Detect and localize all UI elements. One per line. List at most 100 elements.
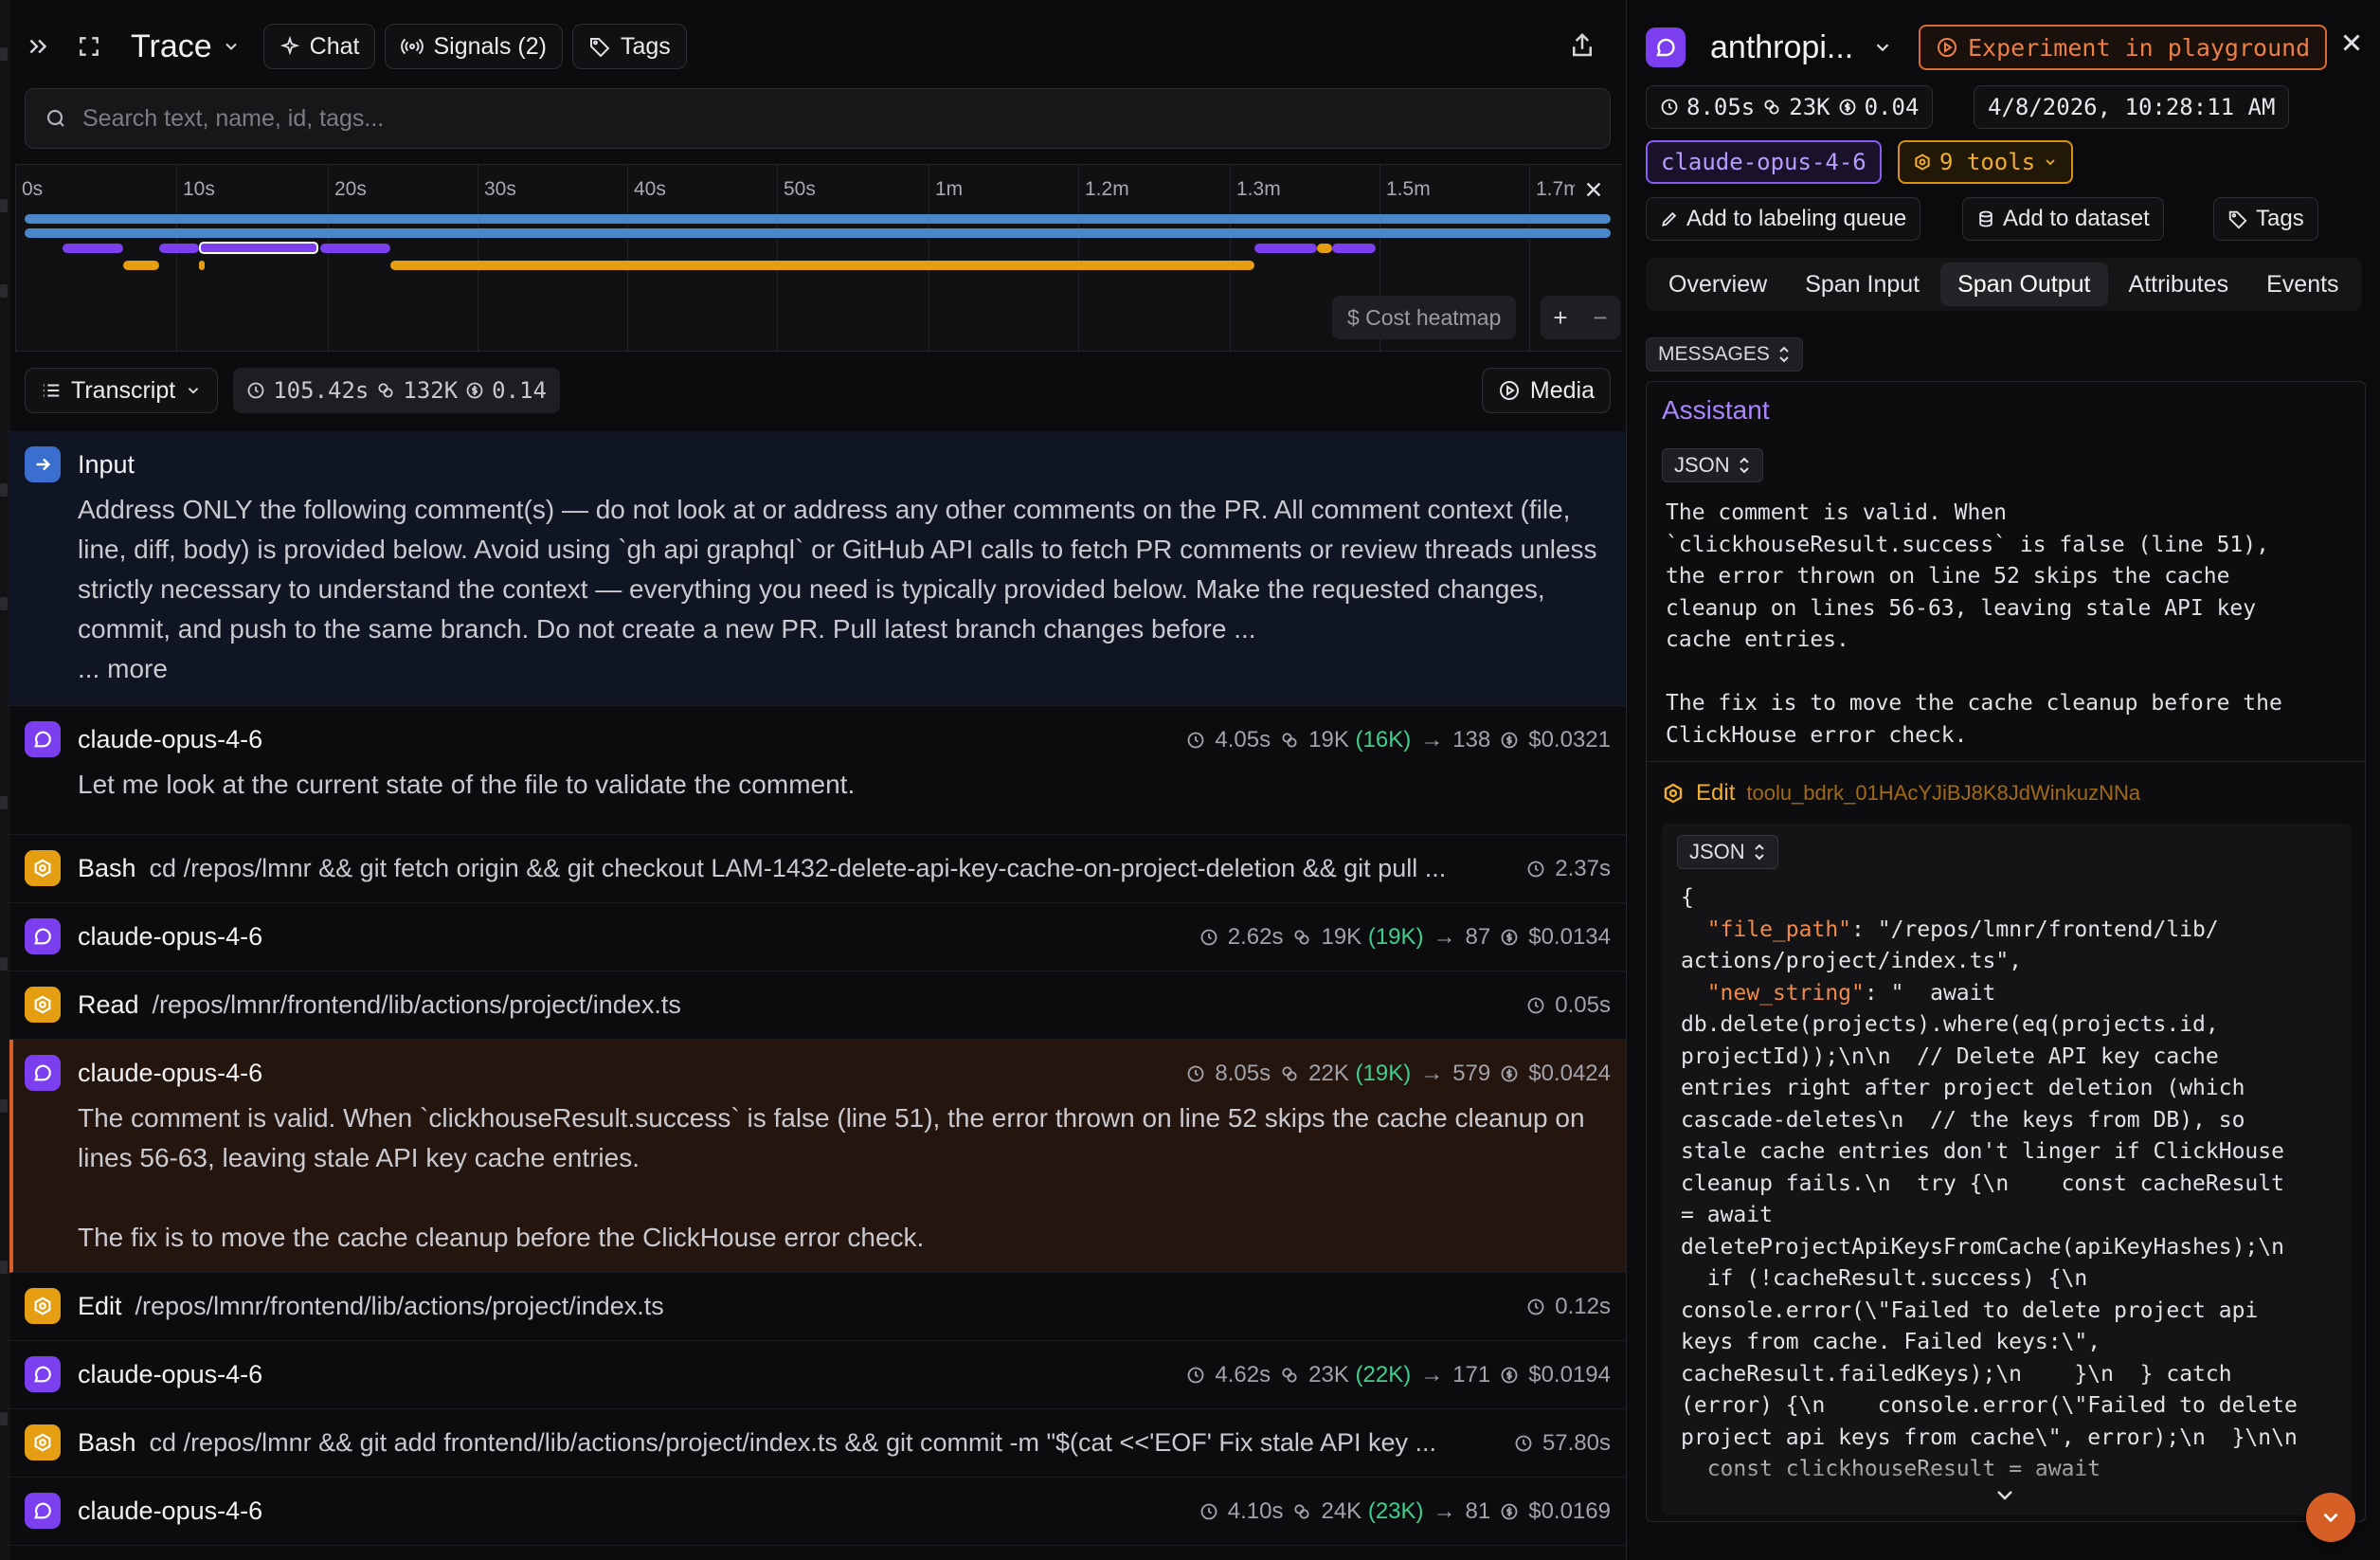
media-button[interactable]: Media xyxy=(1481,368,1611,413)
tools-dropdown[interactable]: 9 tools xyxy=(1898,140,2074,184)
item-name: claude-opus-4-6 xyxy=(78,1497,263,1525)
coins-icon xyxy=(378,383,393,398)
timeline-span-llm[interactable] xyxy=(63,244,123,253)
list-item-tool[interactable]: Edit/repos/lmnr/frontend/lib/actions/pro… xyxy=(9,1273,1626,1341)
messages-format-select[interactable]: MESSAGES xyxy=(1646,337,1803,372)
list-item-tool[interactable]: Bash cd /repos/lmnr && git fetch origin &… xyxy=(9,835,1626,903)
tab-attributes[interactable]: Attributes xyxy=(2112,263,2246,306)
span-stats: 8.05s 23K 0.04 xyxy=(1646,85,1934,129)
list-item-llm[interactable]: claude-opus-4-6 2.62s 19K (19K) → 87 $0.0… xyxy=(9,903,1626,971)
sparkle-icon xyxy=(279,36,299,56)
zoom-in-button[interactable]: + xyxy=(1553,303,1567,333)
clock-icon xyxy=(1527,861,1544,878)
tags-button[interactable]: Tags xyxy=(2213,197,2318,241)
item-name: Read xyxy=(78,990,139,1019)
timeline-span-tool[interactable] xyxy=(1317,244,1332,253)
timeline-span-agent[interactable] xyxy=(25,228,1611,238)
timeline-tick: 10s xyxy=(183,178,215,200)
timeline-span-tool[interactable] xyxy=(199,261,205,270)
item-name: claude-opus-4-6 xyxy=(78,1360,263,1388)
tool-args: /repos/lmnr/frontend/lib/actions/project… xyxy=(152,990,681,1019)
item-meta: 0.12s xyxy=(1526,1294,1611,1320)
tool-hexagon-icon xyxy=(25,850,61,886)
timeline-close-icon[interactable] xyxy=(1575,171,1613,209)
view-mode-dropdown[interactable]: Transcript xyxy=(25,368,219,413)
list-item-llm[interactable]: claude-opus-4-6 4.10s 24K (23K) → 81 $0.0… xyxy=(9,1478,1626,1546)
list-item-tool[interactable]: Read/repos/lmnr/frontend/lib/actions/pro… xyxy=(9,971,1626,1040)
zoom-out-button[interactable]: − xyxy=(1593,303,1607,333)
experiment-playground-button[interactable]: Experiment in playground xyxy=(1919,25,2328,70)
timeline-span-llm-selected[interactable] xyxy=(199,242,318,254)
json-format-select[interactable]: JSON xyxy=(1677,835,1778,869)
timeline-span-llm[interactable] xyxy=(1254,244,1317,253)
item-meta: 8.05s 22K (19K) → 579 $0.0424 xyxy=(1186,1061,1611,1087)
search-bar[interactable] xyxy=(25,88,1611,149)
scroll-down-button[interactable] xyxy=(2306,1493,2355,1542)
clock-icon xyxy=(1515,1435,1532,1452)
chevron-updown-icon xyxy=(1739,457,1749,474)
timeline-tick: 20s xyxy=(334,178,367,200)
timeline-tick: 30s xyxy=(484,178,516,200)
chevron-down-icon[interactable] xyxy=(1872,37,1893,58)
tool-call-name: Edit xyxy=(1696,780,1736,806)
tab-span-output[interactable]: Span Output xyxy=(1940,263,2108,306)
chat-button[interactable]: Chat xyxy=(262,24,376,69)
signals-button[interactable]: Signals (2) xyxy=(385,24,563,69)
list-item-tool[interactable] xyxy=(9,1546,1626,1560)
list-item-input[interactable]: Input Address ONLY the following comment… xyxy=(9,431,1626,706)
item-name: claude-opus-4-6 xyxy=(78,725,263,753)
item-meta: 4.05s 19K (16K) → 138 $0.0321 xyxy=(1186,727,1611,753)
expand-chevron-icon[interactable] xyxy=(1993,1487,2016,1504)
span-timestamp: 4/8/2026, 10:28:11 AM xyxy=(1974,85,2290,129)
fade-overlay xyxy=(1662,1449,2352,1515)
share-icon[interactable] xyxy=(1561,25,1603,66)
message-role: Assistant xyxy=(1662,395,1770,425)
item-meta: 2.37s xyxy=(1517,856,1611,882)
tab-events[interactable]: Events xyxy=(2249,263,2355,306)
span-header: anthropi... xyxy=(1646,25,1893,70)
chat-bubble-icon xyxy=(25,721,61,757)
tab-overview[interactable]: Overview xyxy=(1651,263,1784,306)
chevron-updown-icon xyxy=(1754,843,1764,861)
list-item-tool[interactable]: Bash cd /repos/lmnr && git add frontend/l… xyxy=(9,1409,1626,1478)
cost-heatmap-button[interactable]: $ Cost heatmap xyxy=(1332,296,1517,339)
show-more-link[interactable]: ... more xyxy=(78,649,1613,689)
expand-sidebar-icon[interactable] xyxy=(17,26,59,67)
close-icon[interactable] xyxy=(2337,28,2366,57)
span-tabs: Overview Span Input Span Output Attribut… xyxy=(1646,258,2362,311)
trace-timeline[interactable]: 0s 10s 20s 30s 40s 50s 1m 1.2m 1.3m 1.5m… xyxy=(15,164,1622,353)
tags-button[interactable]: Tags xyxy=(571,24,687,69)
input-text: Address ONLY the following comment(s) — … xyxy=(78,495,1597,644)
code-json: { "file_path": "/repos/lmnr/frontend/lib… xyxy=(1681,885,2298,1481)
dollar-icon xyxy=(1501,1367,1518,1384)
llm-text: Let me look at the current state of the … xyxy=(78,770,856,799)
item-name: claude-opus-4-6 xyxy=(78,922,263,951)
tool-call-header: Edit toolu_bdrk_01HAcYJiBJ8K8JdWinkuzNNa xyxy=(1662,780,2140,807)
tool-args: cd /repos/lmnr && git fetch origin && gi… xyxy=(149,854,1447,882)
chevron-down-icon xyxy=(2046,159,2055,166)
left-edge-strip xyxy=(0,0,9,1560)
item-name: Bash xyxy=(78,854,136,882)
json-format-select[interactable]: JSON xyxy=(1662,448,1763,482)
model-badge[interactable]: claude-opus-4-6 xyxy=(1646,140,1882,184)
trace-title-dropdown[interactable]: Trace xyxy=(131,28,241,65)
add-to-dataset-button[interactable]: Add to dataset xyxy=(1962,197,2164,241)
tool-hexagon-icon xyxy=(1915,154,1930,171)
tab-span-input[interactable]: Span Input xyxy=(1788,263,1937,306)
timeline-span-root[interactable] xyxy=(25,214,1611,224)
timeline-span-tool[interactable] xyxy=(123,261,159,270)
timeline-span-llm[interactable] xyxy=(159,244,199,253)
add-to-labeling-queue-button[interactable]: Add to labeling queue xyxy=(1646,197,1921,241)
timeline-span-llm[interactable] xyxy=(1332,244,1376,253)
timeline-span-tool[interactable] xyxy=(390,261,1254,270)
span-title: anthropi... xyxy=(1710,28,1854,65)
list-item-llm-selected[interactable]: claude-opus-4-6 8.05s 22K (19K) → 579 $0.… xyxy=(9,1040,1626,1273)
timeline-tick: 1m xyxy=(935,178,964,200)
search-input[interactable] xyxy=(82,104,1560,133)
timeline-span-llm[interactable] xyxy=(320,244,390,253)
list-item-llm[interactable]: claude-opus-4-6 4.05s 19K (16K) → 138 $0.… xyxy=(9,706,1626,835)
tool-hexagon-icon xyxy=(1664,783,1683,804)
fullscreen-icon[interactable] xyxy=(68,26,110,67)
clock-icon xyxy=(247,382,264,399)
list-item-llm[interactable]: claude-opus-4-6 4.62s 23K (22K) → 171 $0.… xyxy=(9,1341,1626,1409)
